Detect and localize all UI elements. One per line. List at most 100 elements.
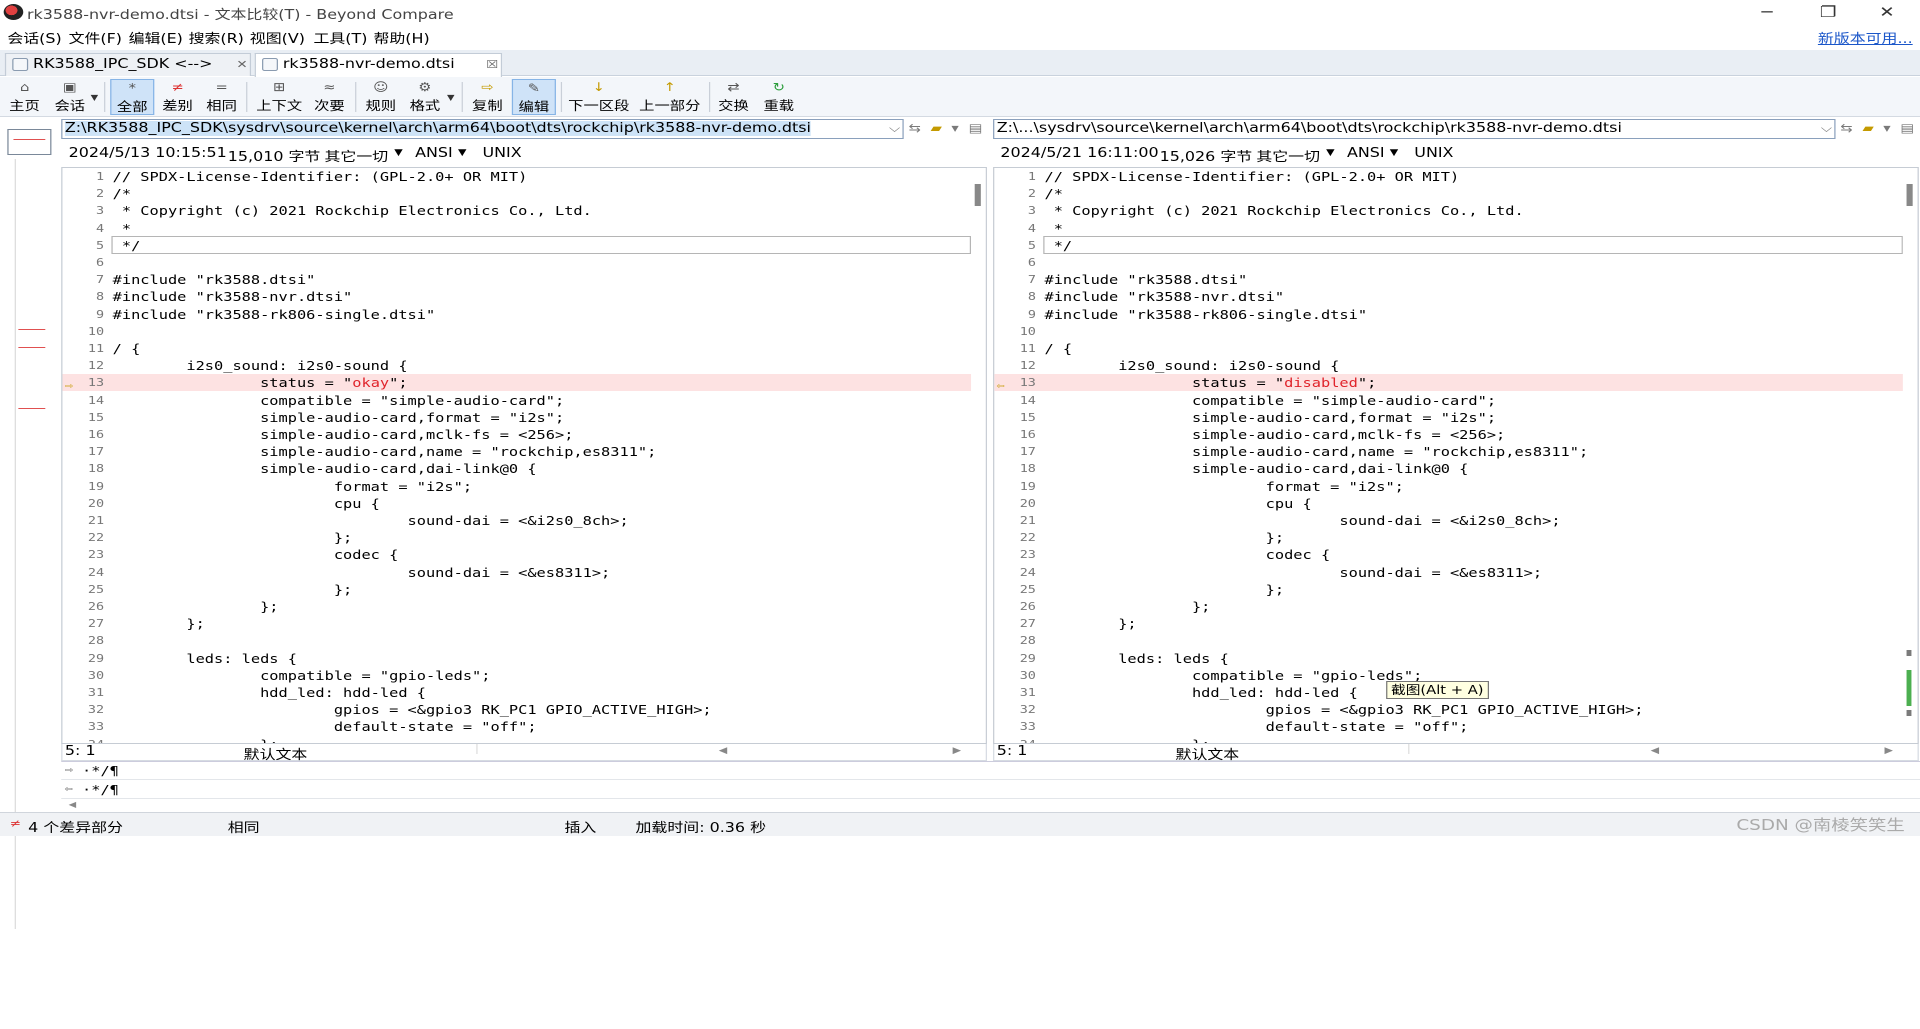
menu-search[interactable]: 搜索(R): [189, 28, 244, 47]
chevron-down-icon[interactable]: ▼: [1390, 148, 1398, 158]
reload-button[interactable]: ↻ 重载: [759, 79, 798, 115]
code-line[interactable]: 16 simple-audio-card,mclk-fs = <256>;: [62, 426, 985, 443]
tab-text-compare[interactable]: rk3588-nvr-demo.dtsi ☒: [254, 53, 503, 77]
code-line[interactable]: 26 };: [994, 598, 1917, 615]
tab-close-icon[interactable]: ✕: [236, 54, 247, 76]
chevron-down-icon[interactable]: ▼: [458, 148, 466, 158]
restore-button[interactable]: ❐: [1804, 2, 1853, 22]
right-path-field[interactable]: Z:\...\sysdrv\source\kernel\arch\arm64\b…: [993, 119, 1836, 139]
left-scrollbar[interactable]: [971, 168, 986, 743]
code-line[interactable]: 7 #include "rk3588.dtsi": [994, 271, 1917, 288]
minor-button[interactable]: ≈ 次要: [310, 79, 349, 115]
code-line[interactable]: 28: [994, 632, 1917, 649]
code-line[interactable]: 14 compatible = "simple-audio-card";: [994, 392, 1917, 409]
left-line-detail[interactable]: ⇨ ·*/¶: [61, 762, 1920, 780]
context-button[interactable]: ⊞ 上下文: [252, 79, 306, 115]
code-line[interactable]: 7 #include "rk3588.dtsi": [62, 271, 985, 288]
code-line[interactable]: 13 ⇨ status = "okay";: [62, 374, 986, 392]
code-line[interactable]: 21 sound-dai = <&i2s0_8ch>;: [994, 512, 1917, 529]
rules-button[interactable]: ☺ 规则: [361, 79, 400, 115]
code-line[interactable]: 9 #include "rk3588-rk806-single.dtsi": [994, 306, 1917, 323]
code-line[interactable]: 1 // SPDX-License-Identifier: (GPL-2.0+ O…: [994, 168, 1917, 185]
menu-tools[interactable]: 工具(T): [313, 28, 367, 47]
right-diff-map[interactable]: [1902, 650, 1917, 740]
code-line[interactable]: 8 #include "rk3588-nvr.dtsi": [62, 288, 985, 305]
menu-view[interactable]: 视图(V): [250, 28, 305, 47]
code-line[interactable]: 29 leds: leds {: [62, 650, 985, 667]
code-line[interactable]: 3 * Copyright (c) 2021 Rockchip Electron…: [62, 202, 985, 219]
chevron-down-icon[interactable]: ▼: [394, 148, 402, 158]
code-line[interactable]: 20 cpu {: [994, 495, 1917, 512]
code-line[interactable]: 18 simple-audio-card,dai-link@0 {: [994, 460, 1917, 477]
code-line[interactable]: 2 /*: [62, 185, 985, 202]
code-line[interactable]: 27 };: [62, 615, 985, 632]
code-line[interactable]: 33 default-state = "off";: [62, 718, 985, 735]
code-line[interactable]: 34 };: [62, 736, 985, 743]
right-line-detail[interactable]: ⇦ ·*/¶: [61, 781, 1920, 799]
code-line[interactable]: 5 */: [994, 235, 1917, 254]
copy-button[interactable]: ⇨ 复制: [468, 79, 507, 115]
code-line[interactable]: 24 sound-dai = <&es8311>;: [994, 564, 1917, 581]
right-encoding-dropdown[interactable]: ANSI: [1347, 146, 1385, 161]
code-line[interactable]: 18 simple-audio-card,dai-link@0 {: [62, 460, 985, 477]
code-line[interactable]: 10: [994, 323, 1917, 340]
code-line[interactable]: 11 / {: [62, 340, 985, 357]
code-line[interactable]: 16 simple-audio-card,mclk-fs = <256>;: [994, 426, 1917, 443]
chevron-down-icon[interactable]: ▼: [447, 93, 455, 102]
scroll-right-icon[interactable]: ▶: [1885, 746, 1893, 756]
history-icon[interactable]: ⇆: [909, 121, 921, 135]
chevron-down-icon[interactable]: ⌵: [1821, 121, 1832, 136]
chevron-down-icon[interactable]: ⌵: [889, 121, 900, 136]
menu-edit[interactable]: 编辑(E): [129, 28, 183, 47]
save-icon[interactable]: ▤: [1900, 121, 1914, 135]
home-button[interactable]: ⌂ 主页: [4, 79, 46, 115]
code-line[interactable]: 27 };: [994, 615, 1917, 632]
folder-open-icon[interactable]: ▰: [1862, 121, 1873, 135]
prev-section-button[interactable]: ↑ 上一部分: [637, 79, 703, 115]
code-line[interactable]: 19 format = "i2s";: [62, 478, 985, 495]
code-line[interactable]: 17 simple-audio-card,name = "rockchip,es…: [62, 443, 985, 460]
code-line[interactable]: 23 codec {: [62, 546, 985, 563]
code-line[interactable]: 28: [62, 632, 985, 649]
code-line[interactable]: 23 codec {: [994, 546, 1917, 563]
scroll-right-icon[interactable]: ▶: [953, 746, 961, 756]
code-line[interactable]: 1 // SPDX-License-Identifier: (GPL-2.0+ O…: [62, 168, 985, 185]
new-version-link[interactable]: 新版本可用...: [1818, 28, 1913, 47]
code-line[interactable]: 15 simple-audio-card,format = "i2s";: [994, 409, 1917, 426]
code-line[interactable]: 19 format = "i2s";: [994, 478, 1917, 495]
save-icon[interactable]: ▤: [969, 121, 983, 135]
code-line[interactable]: 33 default-state = "off";: [994, 718, 1917, 735]
code-line[interactable]: 13 ⇦ status = "disabled";: [994, 374, 1918, 392]
close-button[interactable]: ✕: [1862, 2, 1911, 22]
code-line[interactable]: 12 i2s0_sound: i2s0-sound {: [62, 357, 985, 374]
show-all-button[interactable]: * 全部: [110, 79, 155, 115]
code-line[interactable]: 6: [62, 254, 985, 271]
code-line[interactable]: 5 */: [62, 235, 985, 254]
code-line[interactable]: 21 sound-dai = <&i2s0_8ch>;: [62, 512, 985, 529]
chevron-down-icon[interactable]: ▼: [91, 93, 99, 102]
chevron-down-icon[interactable]: ▾: [951, 121, 958, 135]
code-line[interactable]: 12 i2s0_sound: i2s0-sound {: [994, 357, 1917, 374]
code-line[interactable]: 6: [994, 254, 1917, 271]
code-line[interactable]: 4 *: [62, 220, 985, 237]
format-button[interactable]: ⚙ 格式: [405, 79, 444, 115]
code-line[interactable]: 26 };: [62, 598, 985, 615]
code-line[interactable]: 20 cpu {: [62, 495, 985, 512]
folder-open-icon[interactable]: ▰: [931, 121, 942, 135]
left-path-field[interactable]: Z:\RK3588_IPC_SDK\sysdrv\source\kernel\a…: [61, 119, 904, 139]
scroll-thumb[interactable]: [1906, 184, 1913, 206]
code-line[interactable]: 22 };: [62, 529, 985, 546]
code-line[interactable]: 8 #include "rk3588-nvr.dtsi": [994, 288, 1917, 305]
menu-help[interactable]: 帮助(H): [373, 28, 429, 47]
thumbnail-overview[interactable]: [0, 119, 62, 929]
left-other-dropdown[interactable]: 其它一切: [324, 146, 388, 165]
edit-button[interactable]: ✎ 编辑: [511, 79, 556, 115]
code-line[interactable]: 15 simple-audio-card,format = "i2s";: [62, 409, 985, 426]
code-line[interactable]: 17 simple-audio-card,name = "rockchip,es…: [994, 443, 1917, 460]
show-same-button[interactable]: = 相同: [202, 79, 241, 115]
code-line[interactable]: 32 gpios = <&gpio3 RK_PC1 GPIO_ACTIVE_HI…: [62, 701, 985, 718]
left-encoding-dropdown[interactable]: ANSI: [415, 146, 453, 161]
code-line[interactable]: 31 hdd_led: hdd-led {: [62, 684, 985, 701]
chevron-down-icon[interactable]: ▾: [1883, 121, 1890, 135]
minimize-button[interactable]: ─: [1742, 2, 1791, 22]
